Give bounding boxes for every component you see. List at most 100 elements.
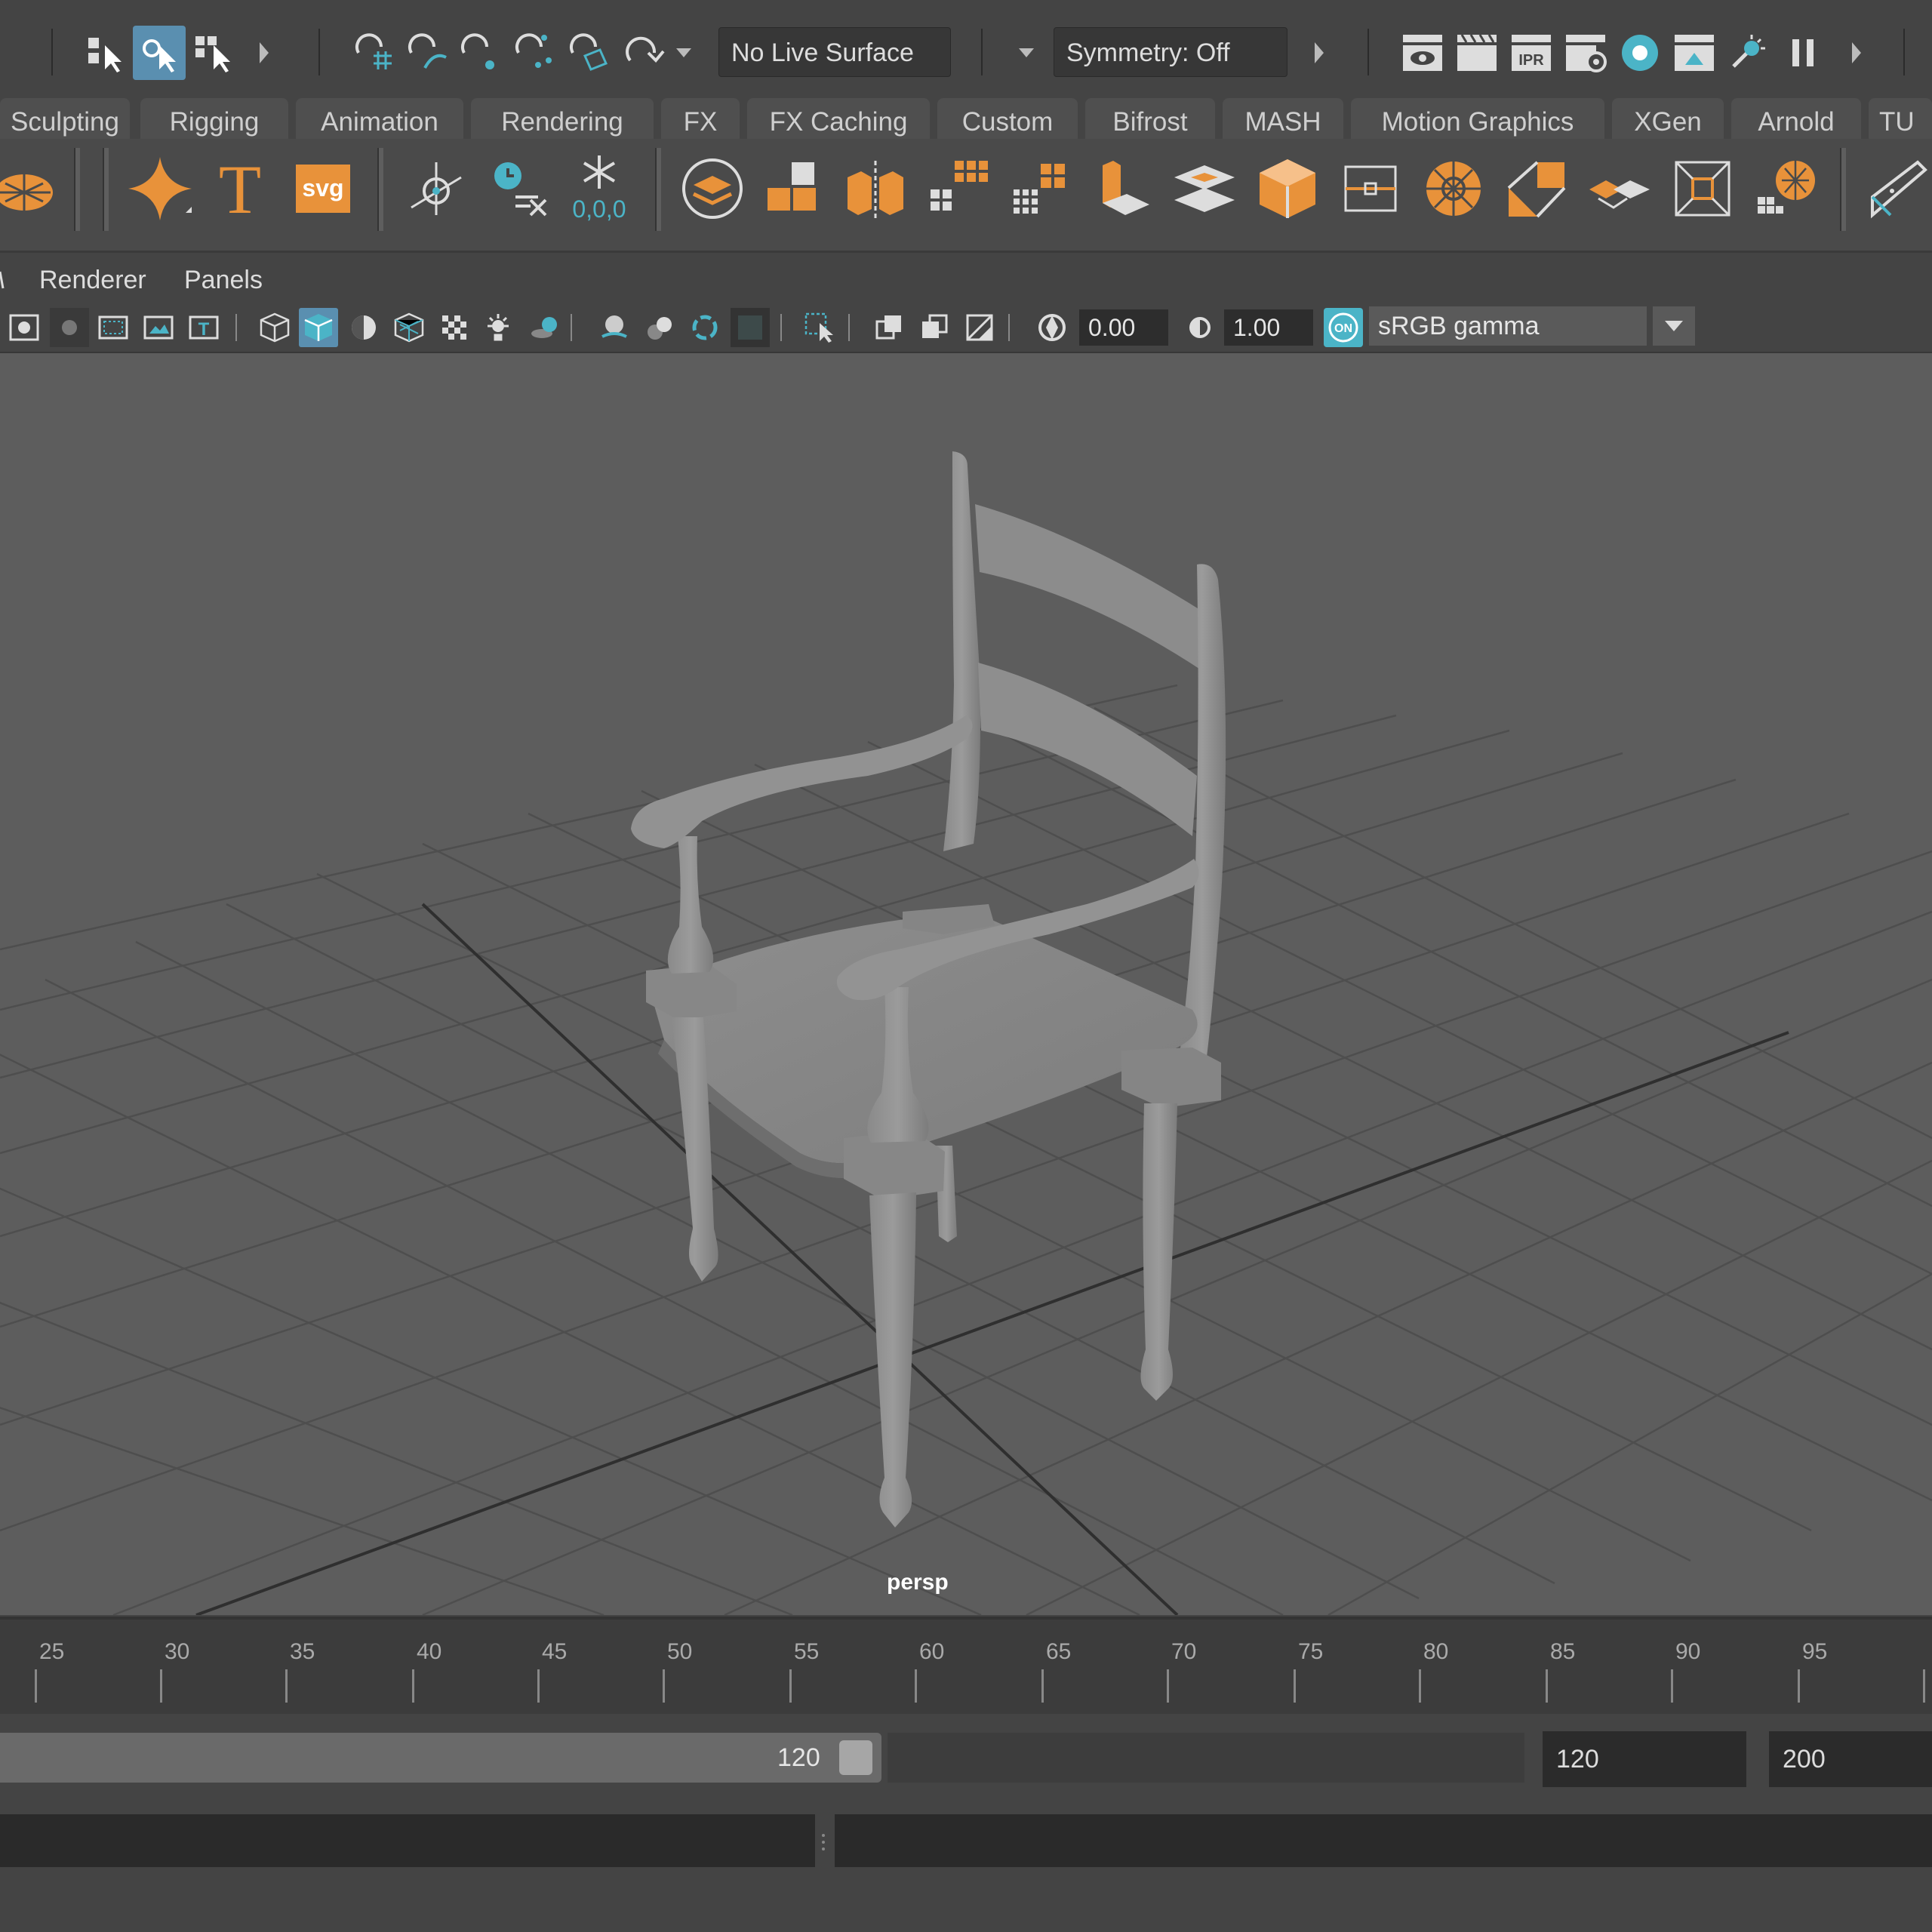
status-separator[interactable]	[1902, 29, 1906, 75]
render-settings-icon[interactable]	[1559, 26, 1612, 80]
menu-panels[interactable]: Panels	[184, 266, 263, 295]
shelf-sculpt-geometry-icon[interactable]	[1746, 148, 1825, 229]
shelf-center-pivot-icon[interactable]	[397, 148, 475, 229]
symmetry-dropdown-icon[interactable]	[1011, 26, 1041, 80]
shelf-target-weld-icon[interactable]	[1497, 148, 1576, 229]
range-slider[interactable]	[0, 1733, 881, 1783]
select-hierarchy-icon[interactable]	[78, 26, 131, 80]
film-gate-icon[interactable]	[94, 308, 133, 347]
render-current-frame-icon[interactable]	[1451, 26, 1503, 80]
animation-end-field[interactable]: 200	[1769, 1731, 1932, 1787]
camera-attributes-icon[interactable]	[5, 308, 44, 347]
shelf-bevel-icon[interactable]	[1248, 148, 1327, 229]
select-object-icon[interactable]	[133, 26, 186, 80]
wireframe-on-shaded-icon[interactable]	[389, 308, 429, 347]
tab-custom[interactable]: Custom	[937, 98, 1078, 140]
tab-tura[interactable]: TU	[1869, 98, 1932, 140]
snap-view-plane-icon[interactable]	[507, 26, 560, 80]
menu-renderer[interactable]: Renderer	[39, 266, 146, 295]
gamma-field[interactable]: 1.00	[1224, 309, 1313, 346]
screen-space-ao-icon[interactable]	[595, 308, 634, 347]
snap-projected-center-icon[interactable]	[617, 26, 670, 80]
ipr-render-icon[interactable]: IPR	[1505, 26, 1558, 80]
snap-options-dropdown-icon[interactable]	[669, 26, 699, 80]
playback-end-field[interactable]: 120	[1543, 1731, 1746, 1787]
xray-icon[interactable]	[869, 308, 909, 347]
select-component-icon[interactable]	[187, 26, 240, 80]
snap-curve-icon[interactable]	[400, 26, 453, 80]
range-track-empty[interactable]	[888, 1733, 1524, 1783]
xray-components-icon[interactable]	[960, 308, 999, 347]
view-transform-dropdown-icon[interactable]	[1653, 306, 1695, 346]
command-input[interactable]	[0, 1814, 815, 1867]
use-all-lights-icon[interactable]	[478, 308, 518, 347]
tab-fx[interactable]: FX	[661, 98, 740, 140]
snap-point-icon[interactable]	[453, 26, 506, 80]
shelf-knife-icon[interactable]	[1860, 148, 1932, 229]
exposure-icon[interactable]	[1032, 308, 1072, 347]
command-splitter[interactable]	[821, 1832, 826, 1852]
shelf-svg-icon[interactable]: svg	[284, 148, 362, 229]
motion-blur-icon[interactable]	[640, 308, 679, 347]
shelf-smooth-icon[interactable]	[1001, 148, 1079, 229]
anti-aliasing-icon[interactable]	[685, 308, 724, 347]
view-transform-select[interactable]: sRGB gamma	[1369, 306, 1647, 346]
tab-rendering[interactable]: Rendering	[471, 98, 654, 140]
symmetry-field[interactable]: Symmetry: Off	[1054, 27, 1287, 77]
status-separator[interactable]	[50, 29, 54, 75]
default-material-icon[interactable]	[344, 308, 383, 347]
safe-title-icon[interactable]: T	[184, 308, 223, 347]
isolate-select-icon[interactable]	[800, 308, 839, 347]
tab-arnold[interactable]: Arnold	[1731, 98, 1861, 140]
shelf-insert-edge-loop-icon[interactable]	[1331, 148, 1410, 229]
pause-viewport-icon[interactable]	[1777, 26, 1829, 80]
wireframe-icon[interactable]	[255, 308, 294, 347]
viewport-persp[interactable]	[0, 353, 1932, 1615]
snap-grid-icon[interactable]	[347, 26, 400, 80]
light-editor-icon[interactable]	[1722, 26, 1775, 80]
shelf-combine-icon[interactable]	[755, 148, 833, 229]
image-plane-icon[interactable]	[50, 308, 89, 347]
collapse-arrow-icon[interactable]	[1841, 26, 1872, 80]
chair-model[interactable]	[631, 451, 1226, 1527]
shelf-separate-icon[interactable]	[836, 148, 915, 229]
tab-xgen[interactable]: XGen	[1612, 98, 1724, 140]
render-view-icon[interactable]	[1396, 26, 1449, 80]
textured-icon[interactable]	[435, 308, 474, 347]
range-slider-handle[interactable]	[839, 1740, 872, 1775]
shelf-multi-cut-icon[interactable]	[1414, 148, 1493, 229]
xray-joints-icon[interactable]	[915, 308, 954, 347]
exposure-field[interactable]: 0.00	[1079, 309, 1168, 346]
shelf-append-icon[interactable]	[1580, 148, 1659, 229]
render-setup-icon[interactable]	[1668, 26, 1721, 80]
snap-live-surface-icon[interactable]	[561, 26, 614, 80]
smooth-shade-icon[interactable]	[299, 308, 338, 347]
shelf-extract-icon[interactable]	[919, 148, 998, 229]
shelf-type-icon[interactable]: T	[201, 148, 279, 229]
tab-sculpting[interactable]: Sculpting	[0, 98, 130, 140]
shelf-freeze-transforms-icon[interactable]: 0,0,0	[560, 148, 638, 229]
resolution-gate-icon[interactable]	[139, 308, 178, 347]
shelf-fill-hole-icon[interactable]	[1663, 148, 1742, 229]
tab-motion-graphics[interactable]: Motion Graphics	[1351, 98, 1604, 140]
tab-mash[interactable]: MASH	[1223, 98, 1343, 140]
hypershade-icon[interactable]	[1614, 26, 1666, 80]
color-management-toggle[interactable]: ON	[1322, 306, 1364, 349]
status-separator[interactable]	[980, 29, 984, 75]
live-surface-field[interactable]: No Live Surface	[718, 27, 951, 77]
collapse-arrow-icon[interactable]	[1304, 26, 1334, 80]
gamma-icon[interactable]	[1179, 308, 1218, 347]
collapse-arrow-icon[interactable]	[249, 26, 279, 80]
shelf-bridge-icon[interactable]	[1165, 148, 1244, 229]
tab-animation[interactable]: Animation	[296, 98, 463, 140]
status-separator[interactable]	[317, 29, 321, 75]
status-separator[interactable]	[1366, 29, 1371, 75]
shelf-layer-icon[interactable]	[673, 148, 752, 229]
panel-menu-edge[interactable]	[0, 266, 6, 298]
shelf-star-icon[interactable]	[121, 148, 199, 229]
tab-rigging[interactable]: Rigging	[140, 98, 288, 140]
tab-bifrost[interactable]: Bifrost	[1085, 98, 1215, 140]
shelf-delete-history-icon[interactable]	[480, 148, 558, 229]
shelf-extrude-icon[interactable]	[1082, 148, 1161, 229]
time-slider[interactable]	[0, 1617, 1932, 1714]
